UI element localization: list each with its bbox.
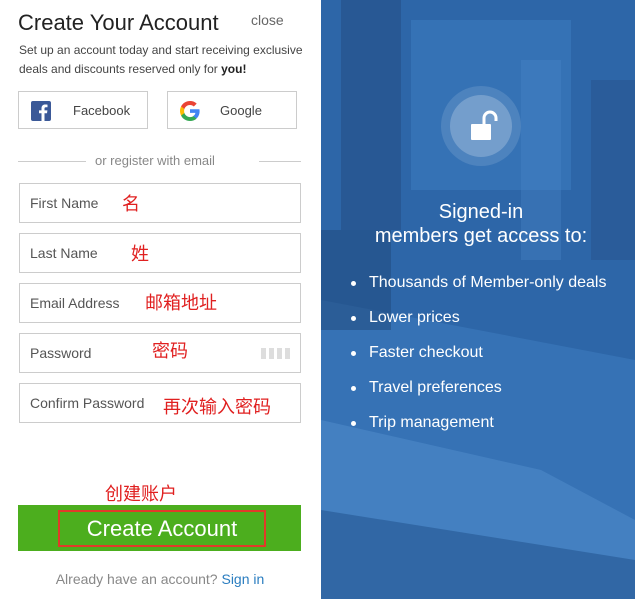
- annotation-create-account: 创建账户: [105, 484, 177, 505]
- last-name-field[interactable]: [19, 233, 301, 273]
- page-title: Create Your Account: [18, 10, 219, 35]
- unlock-badge: [441, 86, 521, 166]
- facebook-label: Facebook: [73, 103, 131, 118]
- create-account-label: Create Account: [58, 510, 266, 547]
- signin-prompt-text: Already have an account?: [55, 571, 218, 587]
- signup-panel: Create Your Account close Set up an acco…: [0, 0, 320, 599]
- unlock-icon: [471, 110, 498, 140]
- or-divider: or register with email: [18, 153, 301, 168]
- list-item: Faster checkout: [351, 343, 606, 378]
- create-account-button[interactable]: Create Account: [18, 505, 301, 551]
- facebook-button[interactable]: Facebook: [18, 91, 148, 129]
- annotation-confirm-password: 再次输入密码: [163, 397, 271, 418]
- google-button[interactable]: Google: [167, 91, 297, 129]
- divider-line-left: [18, 161, 86, 162]
- signin-prompt: Already have an account? Sign in: [0, 571, 320, 587]
- signin-link[interactable]: Sign in: [221, 571, 264, 587]
- annotation-last-name: 姓: [131, 244, 149, 265]
- google-label: Google: [220, 103, 262, 118]
- subtitle-emphasis: you!: [221, 62, 247, 76]
- promo-panel: Signed-in members get access to: Thousan…: [321, 0, 635, 599]
- list-item: Trip management: [351, 413, 606, 448]
- members-title-line2: members get access to:: [374, 225, 588, 247]
- divider-text: or register with email: [95, 153, 215, 168]
- google-icon: [180, 101, 200, 121]
- close-link[interactable]: close: [251, 12, 284, 28]
- list-item: Lower prices: [351, 308, 606, 343]
- subtitle-text: Set up an account today and start receiv…: [19, 43, 303, 76]
- facebook-icon: [31, 101, 51, 121]
- annotation-email: 邮箱地址: [145, 293, 217, 314]
- divider-line-right: [259, 161, 301, 162]
- benefits-list: Thousands of Member-only deals Lower pri…: [351, 273, 606, 448]
- list-item: Thousands of Member-only deals: [351, 273, 606, 308]
- last-name-input[interactable]: [20, 234, 300, 272]
- first-name-field[interactable]: [19, 183, 301, 223]
- password-manager-icon[interactable]: [261, 348, 290, 359]
- annotation-password: 密码: [152, 341, 188, 362]
- members-title: Signed-in members get access to:: [321, 200, 635, 248]
- list-item: Travel preferences: [351, 378, 606, 413]
- first-name-input[interactable]: [20, 184, 300, 222]
- subtitle: Set up an account today and start receiv…: [19, 41, 311, 79]
- annotation-first-name: 名: [122, 194, 140, 215]
- members-title-line1: Signed-in: [438, 201, 524, 223]
